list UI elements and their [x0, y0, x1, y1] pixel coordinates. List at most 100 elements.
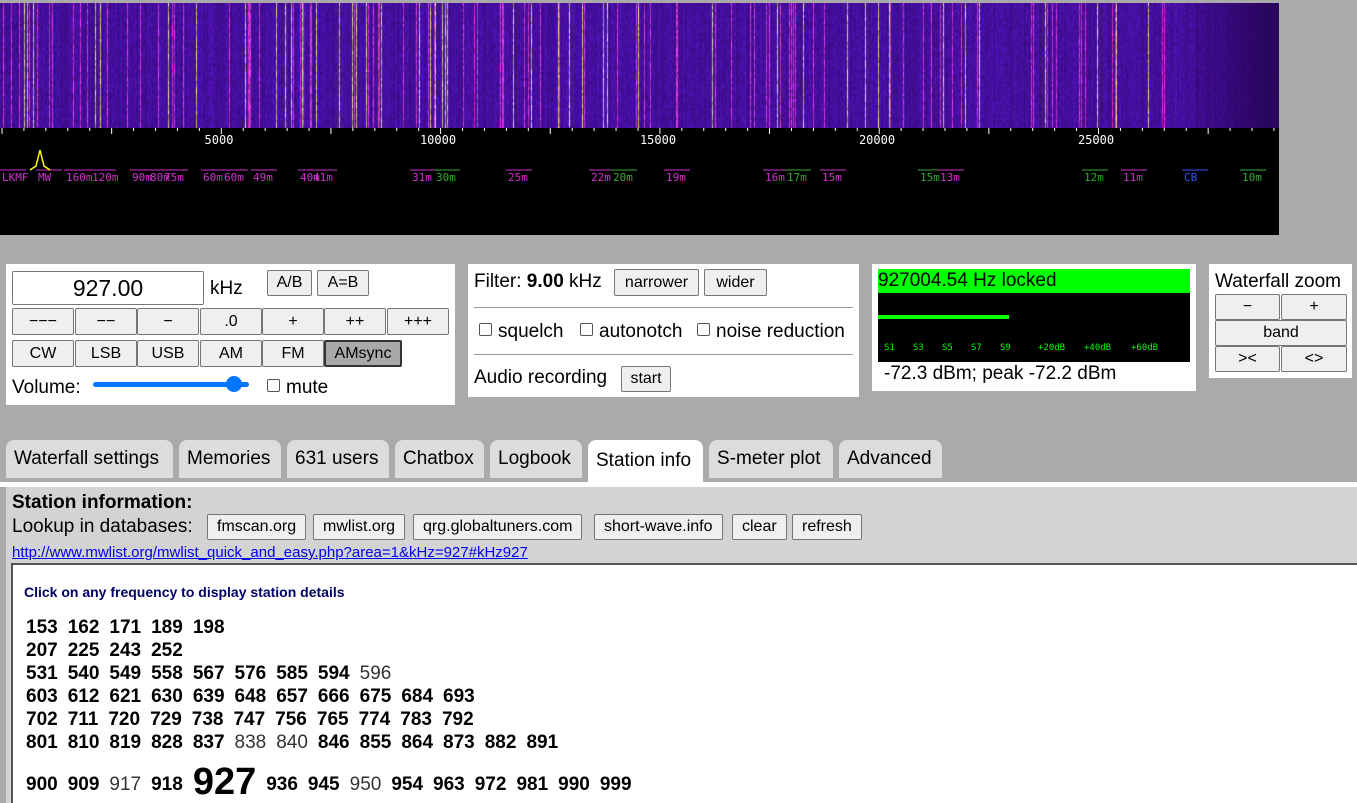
station-frequency[interactable]: 747	[233, 709, 265, 730]
station-frequency[interactable]: 873	[443, 732, 475, 753]
mode-lsb-button[interactable]: LSB	[75, 340, 137, 367]
zoom-in-button[interactable]: +	[1281, 294, 1347, 320]
band-label[interactable]: 30m	[436, 171, 456, 184]
station-frequency[interactable]: 846	[318, 732, 350, 753]
station-frequency[interactable]: 567	[193, 663, 225, 684]
station-frequency[interactable]: 576	[235, 663, 267, 684]
band-label[interactable]: 22m	[591, 171, 611, 184]
band-label[interactable]: 20m	[613, 171, 633, 184]
frequency-input[interactable]	[12, 271, 204, 305]
station-frequency[interactable]: 999	[600, 774, 632, 795]
step-up-large-button[interactable]: +++	[387, 308, 449, 335]
band-label[interactable]: 10m	[1242, 171, 1262, 184]
station-frequency[interactable]: 252	[151, 640, 183, 661]
station-frequency[interactable]: 531	[26, 663, 58, 684]
station-frequency[interactable]: 950	[350, 774, 382, 795]
station-frequency[interactable]: 837	[193, 732, 225, 753]
lookup-url-link[interactable]: http://www.mwlist.org/mwlist_quick_and_e…	[12, 544, 528, 561]
station-frequency[interactable]: 657	[276, 686, 308, 707]
band-label[interactable]: LKMF	[2, 171, 29, 184]
autonotch-checkbox[interactable]	[580, 323, 593, 336]
mode-fm-button[interactable]: FM	[262, 340, 324, 367]
station-frequency[interactable]: 621	[109, 686, 141, 707]
lookup-refresh-button[interactable]: refresh	[792, 514, 862, 540]
station-frequency[interactable]: 585	[276, 663, 308, 684]
station-frequency[interactable]: 684	[401, 686, 433, 707]
band-label[interactable]: 31m	[412, 171, 432, 184]
mode-cw-button[interactable]: CW	[12, 340, 74, 367]
station-frequency[interactable]: 594	[318, 663, 350, 684]
station-frequency[interactable]: 855	[360, 732, 392, 753]
station-frequency[interactable]: 909	[68, 774, 100, 795]
station-frequency[interactable]: 891	[526, 732, 558, 753]
station-frequency[interactable]: 792	[442, 709, 474, 730]
band-label[interactable]: 160m	[66, 171, 93, 184]
current-frequency[interactable]: 927	[193, 761, 256, 803]
station-frequency[interactable]: 783	[400, 709, 432, 730]
station-frequency[interactable]: 711	[68, 709, 99, 730]
mode-am-button[interactable]: AM	[200, 340, 262, 367]
lookup-fmscan-button[interactable]: fmscan.org	[207, 514, 307, 540]
station-frequency[interactable]: 207	[26, 640, 58, 661]
station-frequency[interactable]: 198	[193, 617, 225, 638]
squelch-checkbox[interactable]	[479, 323, 492, 336]
station-frequency[interactable]: 189	[151, 617, 183, 638]
waterfall-display[interactable]	[0, 3, 1279, 128]
ab-button[interactable]: A/B	[267, 270, 312, 296]
step-down-large-button[interactable]: −−−	[12, 308, 74, 335]
station-frequency[interactable]: 540	[68, 663, 100, 684]
lookup-clear-button[interactable]: clear	[732, 514, 787, 540]
zoom-out-button[interactable]: −	[1215, 294, 1280, 320]
step-up-medium-button[interactable]: ++	[324, 308, 386, 335]
station-frequency[interactable]: 981	[516, 774, 548, 795]
station-frequency[interactable]: 603	[26, 686, 58, 707]
station-frequency[interactable]: 828	[151, 732, 183, 753]
station-frequency[interactable]: 801	[26, 732, 58, 753]
round-frequency-button[interactable]: .0	[200, 308, 262, 335]
band-label[interactable]: 17m	[787, 171, 807, 184]
tab-users[interactable]: 631 users	[287, 440, 389, 478]
band-label[interactable]: 120m	[92, 171, 119, 184]
station-frequency[interactable]: 666	[318, 686, 350, 707]
station-frequency[interactable]: 720	[108, 709, 140, 730]
station-frequency[interactable]: 648	[235, 686, 267, 707]
station-frequency[interactable]: 729	[150, 709, 182, 730]
station-frequency[interactable]: 990	[558, 774, 590, 795]
station-frequency[interactable]: 972	[475, 774, 507, 795]
station-frequency[interactable]: 840	[276, 732, 308, 753]
station-frequency[interactable]: 558	[151, 663, 183, 684]
step-down-medium-button[interactable]: −−	[75, 308, 137, 335]
zoom-band-button[interactable]: band	[1215, 320, 1347, 346]
band-label[interactable]: 13m	[940, 171, 960, 184]
station-frequency[interactable]: 630	[151, 686, 183, 707]
tab-waterfall-settings[interactable]: Waterfall settings	[6, 440, 173, 478]
band-label[interactable]: 60m	[203, 171, 223, 184]
station-frequency[interactable]: 774	[359, 709, 391, 730]
tab-logbook[interactable]: Logbook	[490, 440, 582, 478]
station-frequency[interactable]: 864	[401, 732, 433, 753]
station-frequency[interactable]: 945	[308, 774, 340, 795]
station-frequency[interactable]: 549	[109, 663, 141, 684]
station-frequency[interactable]: 596	[360, 663, 392, 684]
zoom-wide-button[interactable]: <>	[1281, 346, 1347, 372]
tab-smeter-plot[interactable]: S-meter plot	[709, 440, 833, 478]
tab-memories[interactable]: Memories	[179, 440, 281, 478]
mode-amsync-button[interactable]: AMsync	[324, 340, 402, 367]
station-frequency[interactable]: 243	[109, 640, 141, 661]
lookup-globaltuners-button[interactable]: qrg.globaltuners.com	[413, 514, 583, 540]
station-frequency[interactable]: 882	[485, 732, 517, 753]
station-frequency[interactable]: 693	[443, 686, 475, 707]
lookup-shortwave-info-button[interactable]: short-wave.info	[594, 514, 723, 540]
volume-slider[interactable]	[93, 376, 249, 392]
station-frequency[interactable]: 612	[68, 686, 100, 707]
station-frequency[interactable]: 765	[317, 709, 349, 730]
station-frequency[interactable]: 225	[68, 640, 100, 661]
band-label[interactable]: 19m	[666, 171, 686, 184]
station-frequency[interactable]: 675	[360, 686, 392, 707]
step-up-small-button[interactable]: +	[262, 308, 324, 335]
tab-chatbox[interactable]: Chatbox	[395, 440, 484, 478]
recording-start-button[interactable]: start	[621, 366, 671, 392]
band-label[interactable]: 60m	[224, 171, 244, 184]
station-frequency[interactable]: 171	[109, 617, 141, 638]
station-frequency[interactable]: 963	[433, 774, 465, 795]
